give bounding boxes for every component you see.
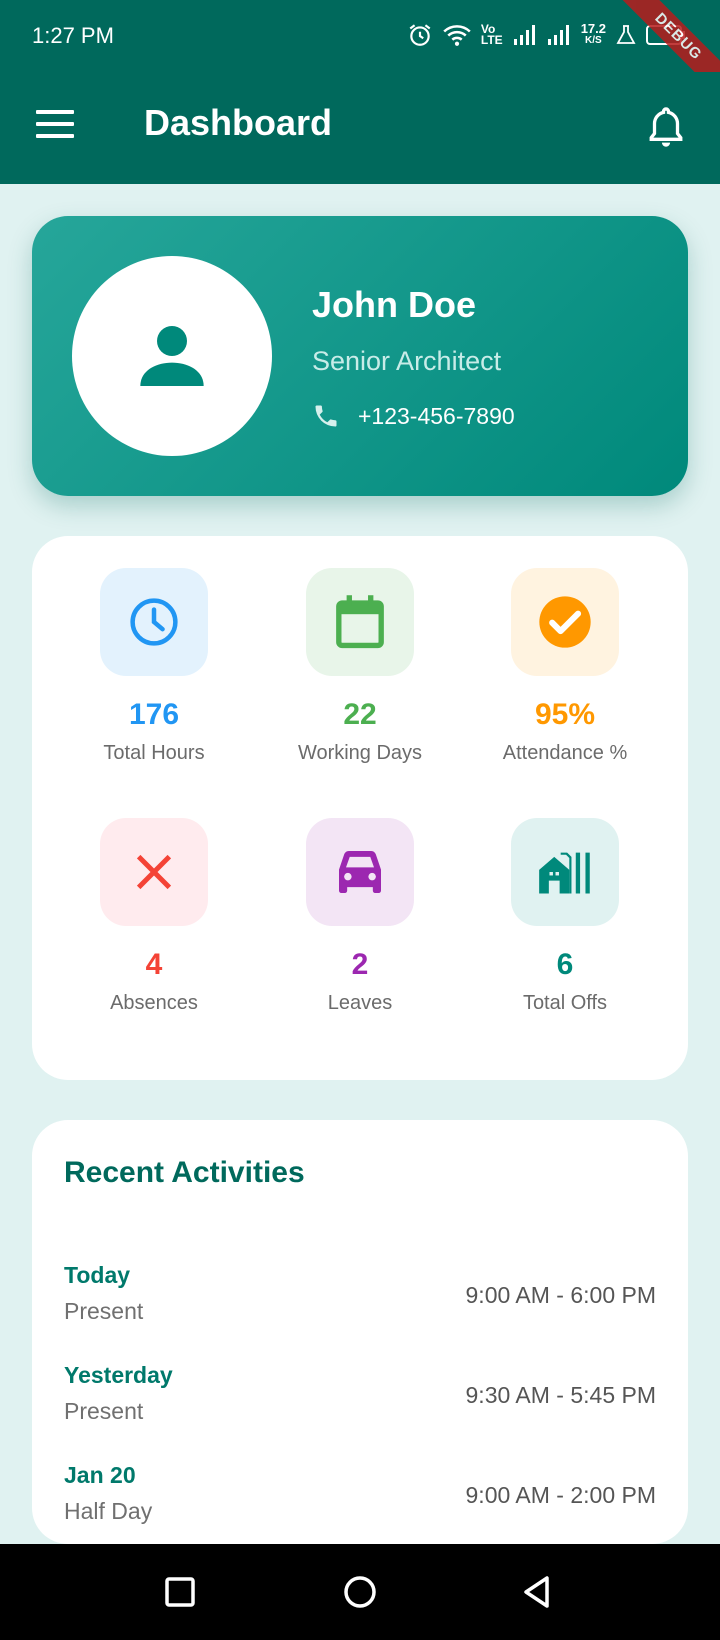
signal-icon: [513, 24, 537, 46]
recent-activities-title: Recent Activities: [64, 1156, 305, 1189]
stats-card: 176 Total Hours 22 Working Days 95% Atte…: [32, 536, 688, 1080]
activity-day: Jan 20: [64, 1462, 136, 1488]
notifications-button[interactable]: [646, 104, 686, 150]
calendar-icon: [336, 595, 384, 649]
lab-icon: [616, 24, 636, 46]
stat-label: Total Hours: [103, 742, 205, 764]
activity-time: 9:30 AM - 5:45 PM: [465, 1382, 656, 1408]
car-icon: [339, 851, 381, 893]
stat-total-hours[interactable]: 176 Total Hours: [52, 568, 256, 765]
stat-icon-box: [511, 818, 619, 926]
volte-icon: Vo LTE: [480, 22, 503, 47]
activity-time: 9:00 AM - 2:00 PM: [465, 1482, 656, 1508]
stat-label: Absences: [110, 992, 198, 1014]
stat-value: 4: [145, 948, 163, 981]
activity-status: Present: [64, 1298, 144, 1324]
stat-icon-box: [511, 568, 619, 676]
stat-label: Attendance %: [502, 742, 628, 764]
home-circle-icon: [344, 1576, 376, 1608]
activity-time: 9:00 AM - 6:00 PM: [465, 1282, 656, 1308]
stat-absences[interactable]: 4 Absences: [52, 818, 256, 1015]
profile-role: Senior Architect: [312, 346, 502, 376]
stat-leaves[interactable]: 2 Leaves: [258, 818, 462, 1015]
list-item[interactable]: Today Present 9:00 AM - 6:00 PM: [64, 1262, 656, 1342]
recents-square-icon: [165, 1577, 195, 1607]
stat-icon-box: [100, 568, 208, 676]
recents-button[interactable]: [160, 1572, 200, 1612]
activity-status: Present: [64, 1398, 144, 1424]
stat-label: Working Days: [297, 742, 423, 764]
stat-total-offs[interactable]: 6 Total Offs: [463, 818, 667, 1015]
stat-working-days[interactable]: 22 Working Days: [258, 568, 462, 765]
back-button[interactable]: [518, 1572, 558, 1612]
status-time: 1:27 PM: [32, 23, 114, 48]
home-button[interactable]: [340, 1572, 380, 1612]
home-work-icon: [539, 852, 590, 894]
network-speed-value: 17.2: [580, 21, 606, 36]
phone-row: +123-456-7890: [312, 402, 515, 430]
phone-number: +123-456-7890: [358, 402, 515, 429]
activity-day: Today: [64, 1262, 131, 1288]
system-nav-bar: [0, 1544, 720, 1640]
stat-value: 95%: [534, 698, 596, 731]
avatar: [72, 256, 272, 456]
menu-icon: [36, 110, 76, 138]
stat-icon-box: [306, 818, 414, 926]
network-speed: 17.2 K/S: [580, 21, 606, 47]
stat-icon-box: [306, 568, 414, 676]
stat-label: Leaves: [327, 992, 393, 1014]
phone-icon: [315, 405, 337, 427]
list-item[interactable]: Yesterday Present 9:30 AM - 5:45 PM: [64, 1362, 656, 1442]
profile-card: John Doe Senior Architect +123-456-7890: [32, 216, 688, 496]
check-circle-icon: [539, 596, 591, 648]
activity-day: Yesterday: [64, 1362, 173, 1388]
bell-icon: [649, 107, 683, 147]
person-icon: [140, 326, 204, 386]
list-item[interactable]: Jan 20 Half Day 9:00 AM - 2:00 PM: [64, 1462, 656, 1542]
stat-icon-box: [100, 818, 208, 926]
profile-name: John Doe: [312, 284, 477, 325]
menu-button[interactable]: [36, 110, 76, 142]
status-icons: Vo LTE 17.2 K/S: [407, 22, 686, 48]
clock-icon: [130, 598, 178, 646]
stat-attendance[interactable]: 95% Attendance %: [463, 568, 667, 765]
network-speed-unit: K/S: [585, 35, 602, 46]
wifi-icon: [443, 23, 471, 47]
back-triangle-icon: [524, 1576, 549, 1608]
app-bar: Dashboard: [0, 72, 720, 184]
activity-status: Half Day: [64, 1498, 153, 1524]
alarm-icon: [407, 22, 433, 48]
recent-activities-card: Recent Activities Today Present 9:00 AM …: [32, 1120, 688, 1544]
stat-value: 22: [343, 698, 377, 731]
close-icon: [136, 854, 172, 890]
stat-label: Total Offs: [522, 992, 608, 1014]
signal-icon: [547, 24, 571, 46]
stat-value: 6: [556, 948, 574, 981]
stat-value: 2: [351, 948, 369, 981]
status-bar: 1:27 PM Vo LTE 17.2 K/S DEBUG: [0, 0, 720, 110]
page-title: Dashboard: [144, 102, 333, 143]
stat-value: 176: [128, 698, 180, 731]
